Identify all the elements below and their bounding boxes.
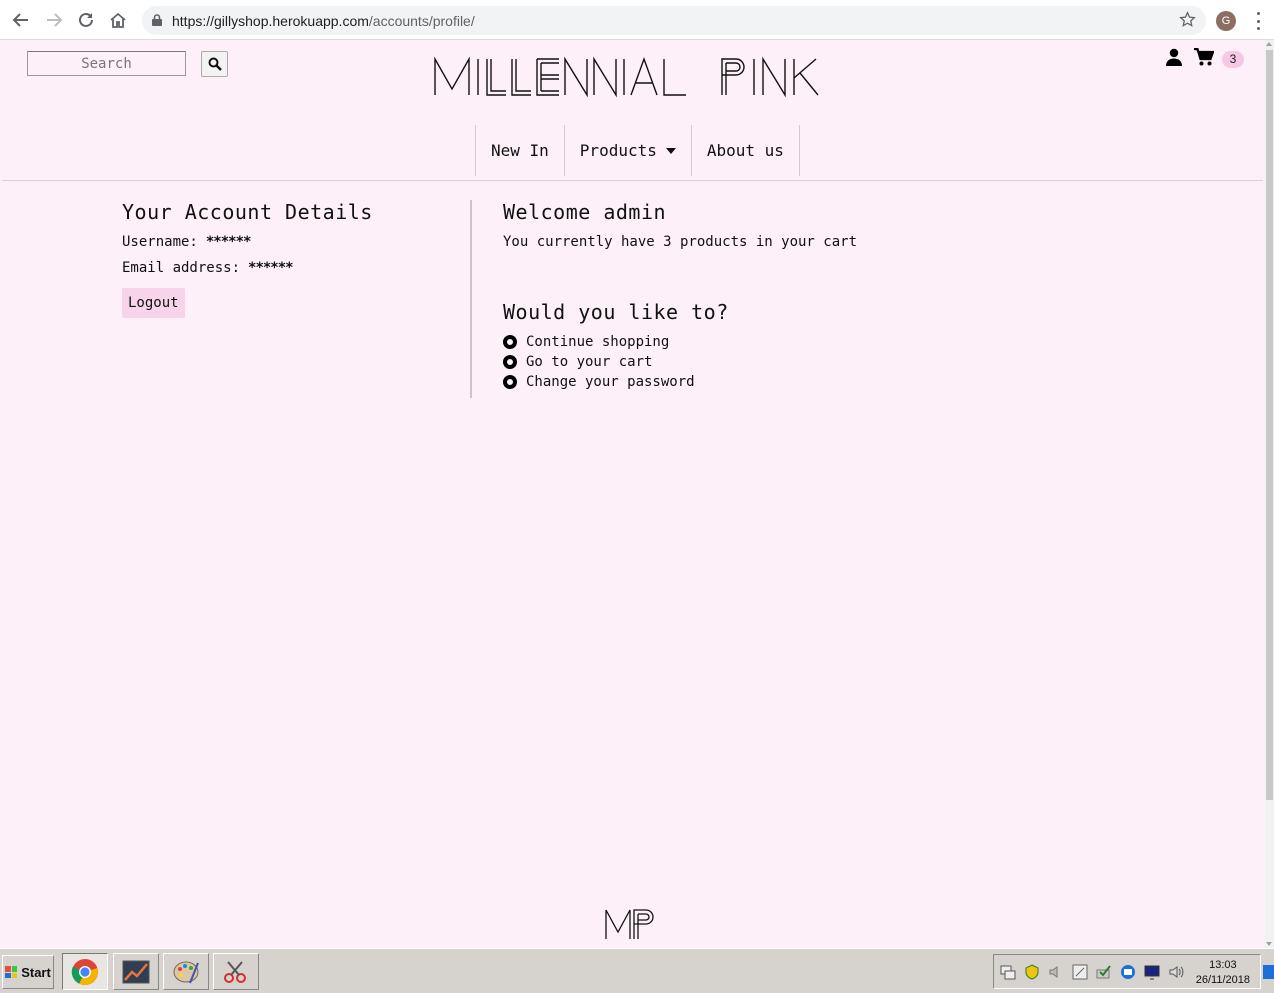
back-icon[interactable] xyxy=(10,9,32,31)
lock-icon xyxy=(152,11,162,30)
bookmark-star-icon[interactable] xyxy=(1179,11,1196,32)
bullet-icon xyxy=(503,335,517,349)
welcome-title: Welcome admin xyxy=(503,200,667,224)
messenger-icon[interactable] xyxy=(1120,964,1136,980)
nav-products[interactable]: Products xyxy=(563,125,691,176)
nav-new-in-label: New In xyxy=(491,141,549,160)
footer-logo xyxy=(604,907,660,941)
scroll-up-icon[interactable] xyxy=(1266,42,1272,46)
account-icon[interactable] xyxy=(1166,48,1182,70)
volume-icon[interactable] xyxy=(1168,964,1184,980)
username-value: ****** xyxy=(205,234,252,250)
username-label: Username: xyxy=(122,234,198,250)
logo-lettering xyxy=(434,56,819,98)
account-details-panel: Your Account Details Username: ****** Ema… xyxy=(122,200,472,398)
header-actions: 3 xyxy=(1166,47,1244,70)
site-logo[interactable] xyxy=(432,54,822,100)
nav-about-us-label: About us xyxy=(706,141,784,160)
scrollbar-thumb[interactable] xyxy=(1266,50,1273,800)
cart-icon[interactable] xyxy=(1194,47,1215,70)
tray-app-icon[interactable] xyxy=(1072,964,1088,980)
bullet-icon xyxy=(503,355,517,369)
option-label: Continue shopping xyxy=(526,334,670,350)
bullet-icon xyxy=(503,375,517,389)
option-label: Change your password xyxy=(526,374,695,390)
cart-message: You currently have 3 products in your ca… xyxy=(503,234,858,250)
account-details-title: Your Account Details xyxy=(122,200,373,224)
clock-time: 13:03 xyxy=(1209,959,1237,971)
nav-about-us[interactable]: About us xyxy=(690,125,800,176)
footer-logo-mark xyxy=(605,909,654,939)
clock-date: 26/11/2018 xyxy=(1195,974,1250,986)
address-bar[interactable]: https://gillyshop.herokuapp.com/accounts… xyxy=(142,6,1206,35)
nav-new-in[interactable]: New In xyxy=(475,125,564,176)
main-nav: New In Products About us xyxy=(475,125,800,176)
taskbar: Start 13:03 26/11/2018 xyxy=(0,948,1274,993)
scroll-down-icon[interactable] xyxy=(1266,942,1272,946)
chrome-icon xyxy=(71,958,98,985)
start-label: Start xyxy=(21,964,51,980)
option-label: Go to your cart xyxy=(526,354,653,370)
windows-flag-icon xyxy=(5,966,18,978)
paint-palette-icon xyxy=(173,961,199,983)
url-text: https://gillyshop.herokuapp.com/accounts… xyxy=(172,12,475,29)
display-icon[interactable] xyxy=(1144,964,1160,980)
welcome-panel: Welcome admin You currently have 3 produ… xyxy=(503,200,1003,392)
taskbar-app-2[interactable] xyxy=(113,953,159,990)
option-go-to-cart[interactable]: Go to your cart xyxy=(503,352,1003,372)
options-title: Would you like to? xyxy=(503,300,729,324)
option-change-password[interactable]: Change your password xyxy=(503,372,1003,392)
home-icon[interactable] xyxy=(107,9,129,31)
reload-icon[interactable] xyxy=(75,9,97,31)
taskbar-chrome[interactable] xyxy=(62,953,108,990)
nav-products-label: Products xyxy=(579,141,657,160)
system-clock[interactable]: 13:03 26/11/2018 xyxy=(1196,958,1250,988)
options-list: Continue shopping Go to your cart Change… xyxy=(503,332,1003,392)
page-scrollbar[interactable] xyxy=(1265,40,1274,948)
email-row: Email address: ****** xyxy=(122,260,470,276)
email-value: ****** xyxy=(248,260,294,276)
scissors-icon xyxy=(224,960,246,983)
system-tray: 13:03 26/11/2018 xyxy=(993,954,1261,989)
search-icon xyxy=(208,57,222,71)
search-button[interactable] xyxy=(201,51,228,77)
security-shield-icon[interactable] xyxy=(1024,963,1040,980)
logout-button[interactable]: Logout xyxy=(122,288,185,318)
show-desktop-icon[interactable] xyxy=(1263,965,1274,979)
forward-icon[interactable] xyxy=(43,9,65,31)
email-label: Email address: xyxy=(122,260,241,276)
search-form xyxy=(27,51,228,77)
taskbar-paint[interactable] xyxy=(163,953,209,990)
taskbar-snipping-tool[interactable] xyxy=(213,953,259,990)
header-divider xyxy=(2,180,1263,181)
speaker-muted-icon[interactable] xyxy=(1048,964,1064,980)
browser-menu-icon[interactable] xyxy=(1252,12,1264,30)
chart-app-icon xyxy=(122,960,150,983)
check-icon[interactable] xyxy=(1096,964,1112,980)
search-input[interactable] xyxy=(27,51,186,76)
option-continue-shopping[interactable]: Continue shopping xyxy=(503,332,1003,352)
start-button[interactable]: Start xyxy=(2,955,54,989)
network-icon[interactable] xyxy=(1000,964,1016,980)
page: 3 New In Products About us Your Account … xyxy=(0,40,1265,948)
browser-toolbar: https://gillyshop.herokuapp.com/accounts… xyxy=(0,0,1274,40)
caret-down-icon xyxy=(665,147,676,154)
cart-count-badge[interactable]: 3 xyxy=(1222,50,1244,68)
profile-avatar[interactable]: G xyxy=(1216,11,1236,31)
username-row: Username: ****** xyxy=(122,234,470,250)
